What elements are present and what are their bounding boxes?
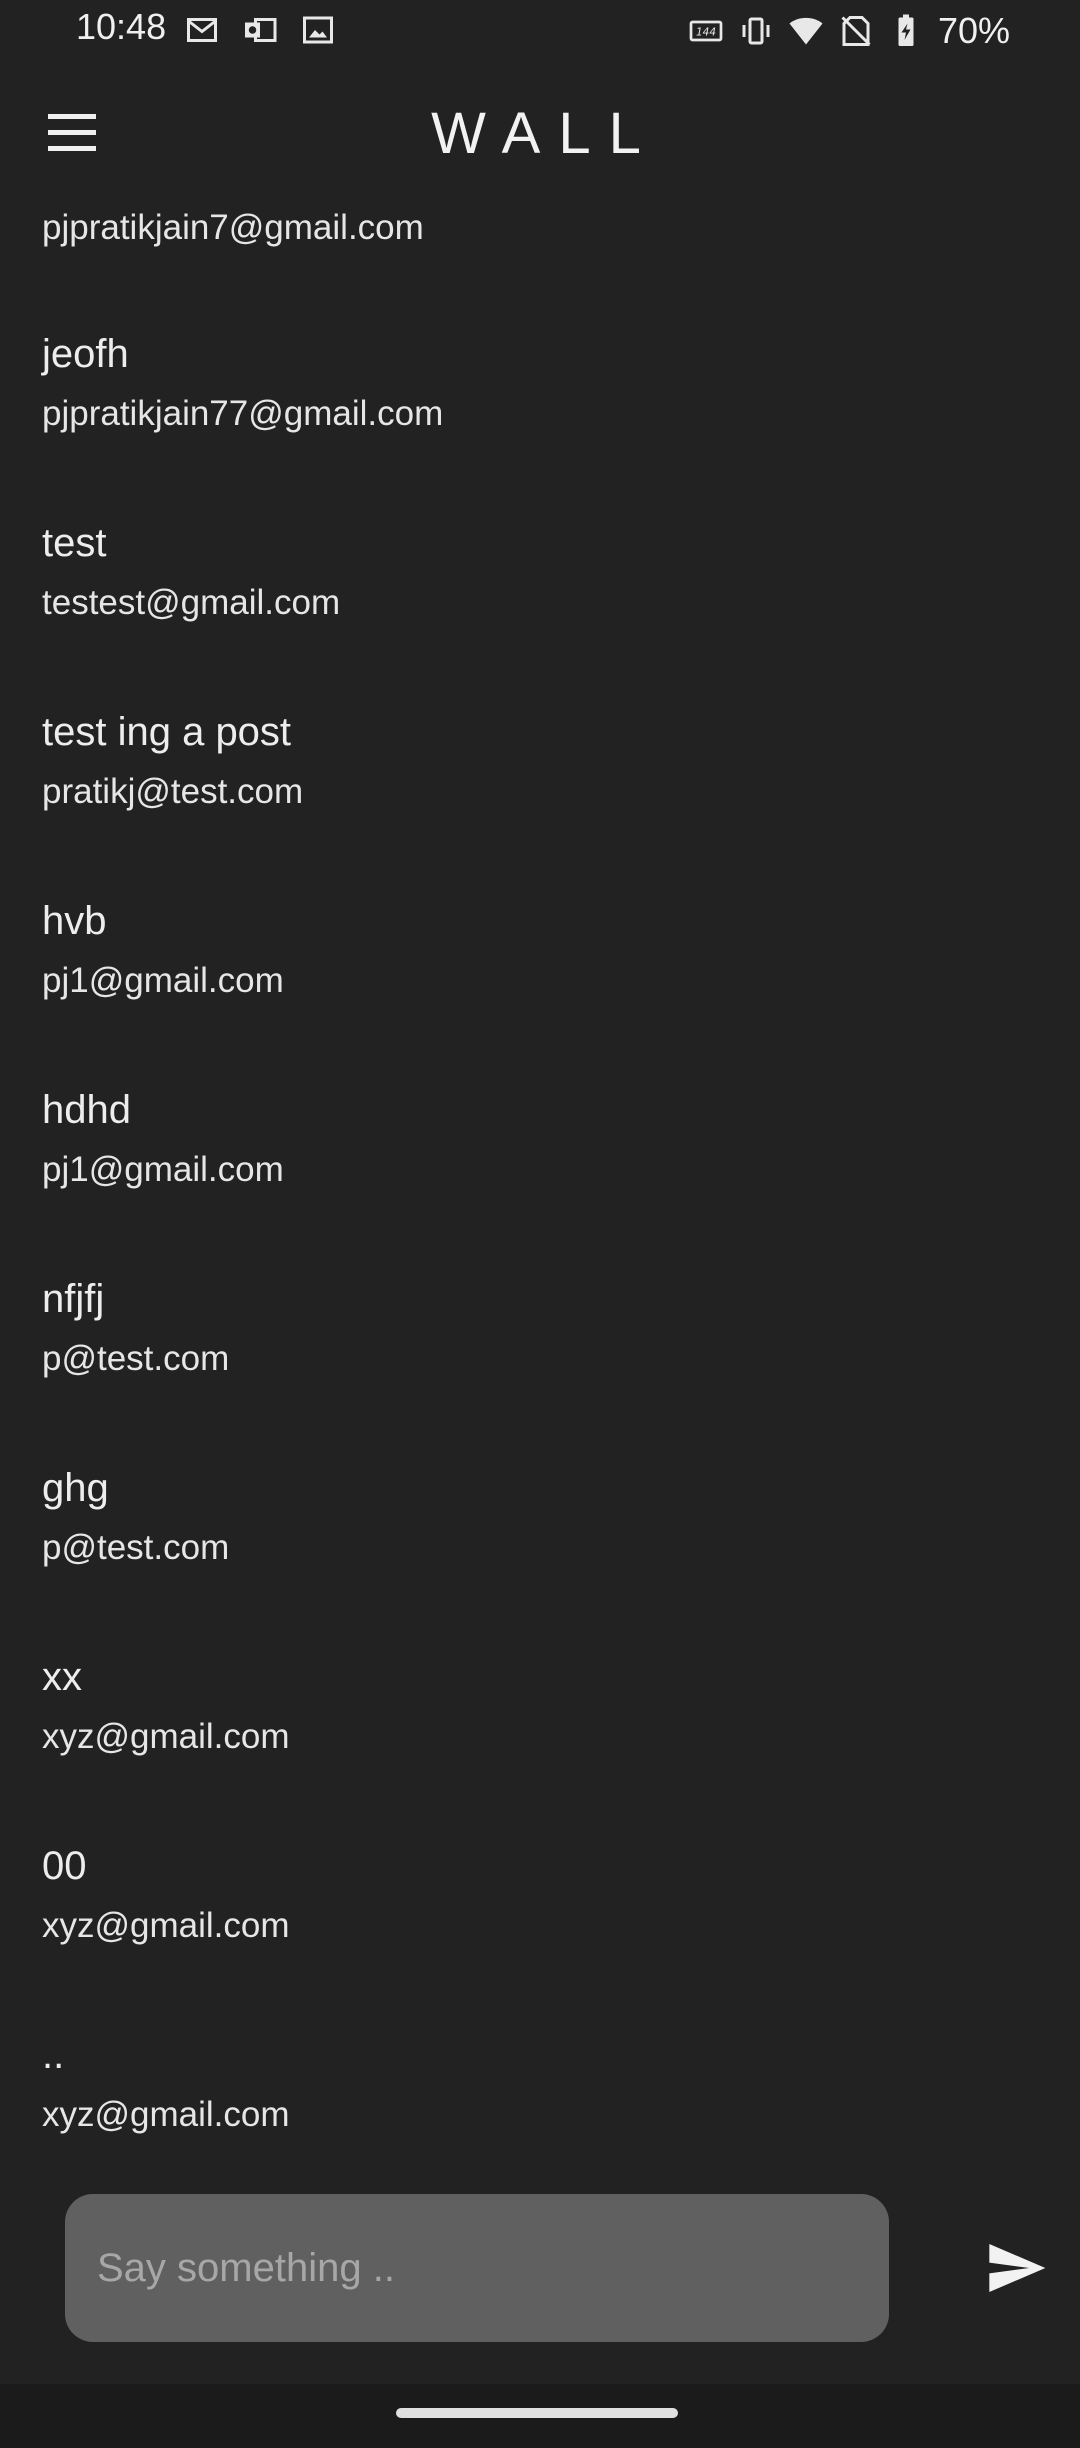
system-status-icons: 144 70%: [688, 10, 1010, 52]
wall-screen: 10:48 144 70% WALL pjpratikjain7@gmail.c…: [0, 0, 1080, 2448]
list-item: 00 xyz@gmail.com: [42, 1842, 1042, 1948]
post-title: xx: [42, 1655, 82, 1699]
post-email: pjpratikjain77@gmail.com: [42, 394, 444, 433]
post-title: hdhd: [42, 1088, 131, 1132]
home-indicator[interactable]: [396, 2408, 678, 2418]
svg-text:144: 144: [696, 27, 716, 39]
post-email: xyz@gmail.com: [42, 1717, 290, 1756]
post-email: p@test.com: [42, 1528, 230, 1567]
outlook-icon: [245, 18, 277, 42]
list-item: ghg p@test.com: [42, 1464, 1042, 1570]
post-email: pj1@gmail.com: [42, 961, 284, 1000]
status-time: 10:48: [76, 6, 167, 47]
notification-icons: [184, 12, 336, 48]
send-icon[interactable]: [982, 2236, 1050, 2300]
post-email: testest@gmail.com: [42, 583, 341, 622]
partial-post-email: pjpratikjain7@gmail.com: [42, 208, 424, 247]
list-item: test ing a post pratikj@test.com: [42, 708, 1042, 814]
no-sim-icon: [841, 16, 871, 46]
list-item: jeofh pjpratikjain77@gmail.com: [42, 330, 1042, 436]
list-item: hvb pj1@gmail.com: [42, 897, 1042, 1003]
post-title: hvb: [42, 899, 107, 943]
wall-post-list[interactable]: pjpratikjain7@gmail.com jeofh pjpratikja…: [0, 206, 1080, 2152]
post-title: test ing a post: [42, 710, 292, 754]
post-title: 00: [42, 1844, 87, 1888]
post-email: p@test.com: [42, 1339, 230, 1378]
list-item: hdhd pj1@gmail.com: [42, 1086, 1042, 1192]
post-title: jeofh: [42, 332, 129, 376]
post-title: ghg: [42, 1466, 109, 1510]
message-composer: [0, 2152, 1080, 2384]
message-input[interactable]: [65, 2194, 889, 2342]
post-email: pj1@gmail.com: [42, 1150, 284, 1189]
list-item: xx xyz@gmail.com: [42, 1653, 1042, 1759]
wifi-icon: [789, 17, 823, 45]
gmail-icon: [187, 18, 217, 42]
battery-percent: 70%: [937, 10, 1010, 51]
post-email: pratikj@test.com: [42, 772, 304, 811]
app-bar: WALL: [0, 58, 1080, 206]
post-email: xyz@gmail.com: [42, 1906, 290, 1945]
list-item: .. xyz@gmail.com: [42, 2031, 1042, 2137]
list-item: nfjfj p@test.com: [42, 1275, 1042, 1381]
navigation-bar: [0, 2384, 1080, 2448]
vibrate-icon: [742, 17, 770, 45]
post-title: test: [42, 521, 107, 565]
gallery-icon: [303, 16, 333, 44]
list-item: test testest@gmail.com: [42, 519, 1042, 625]
status-bar: 10:48 144 70%: [0, 0, 1080, 58]
post-title: nfjfj: [42, 1277, 105, 1321]
post-email: xyz@gmail.com: [42, 2095, 290, 2134]
page-title: WALL: [431, 101, 659, 166]
refresh-rate-144hz-icon: 144: [689, 20, 723, 42]
battery-charging-icon: [898, 14, 914, 46]
post-title: ..: [42, 2033, 65, 2077]
